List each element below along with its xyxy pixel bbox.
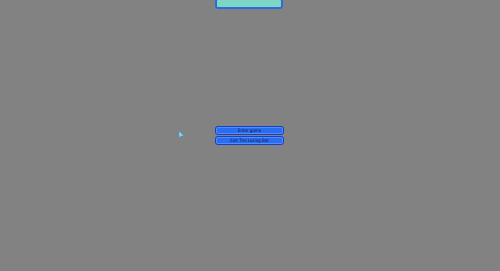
enter-game-button[interactable]: Enter game xyxy=(215,126,284,135)
arrow-cursor-icon xyxy=(179,131,185,139)
exit-game-button[interactable]: Exit The Losing Bot xyxy=(215,136,284,145)
main-menu: Enter game Exit The Losing Bot xyxy=(215,126,284,146)
top-status-bar xyxy=(215,0,283,9)
